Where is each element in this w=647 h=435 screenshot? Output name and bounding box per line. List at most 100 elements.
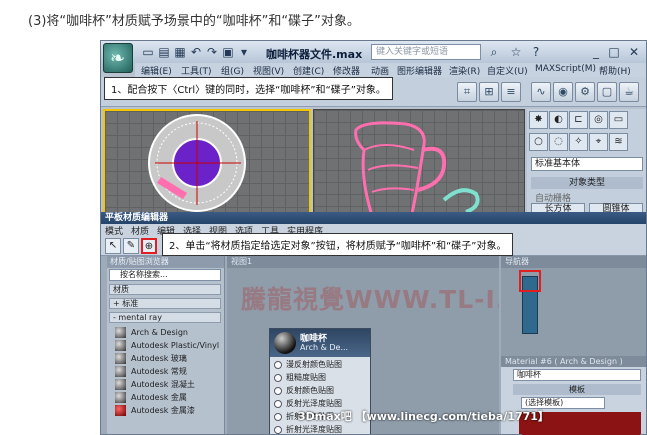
node-slot[interactable]: 反射颜色贴图: [274, 385, 368, 397]
minimize-icon[interactable]: _: [589, 45, 603, 59]
snap-icon[interactable]: ⌗: [457, 82, 477, 102]
material-editor-icon[interactable]: ◉: [553, 82, 573, 102]
item-label: Arch & Design: [131, 328, 188, 337]
teal-object: [442, 188, 480, 214]
hierarchy-tab-icon[interactable]: ⊏: [569, 111, 588, 129]
list-item[interactable]: Arch & Design: [115, 326, 221, 339]
render-frame-icon[interactable]: ▢: [597, 82, 617, 102]
socket-icon: [274, 387, 282, 395]
slot-label: 折射光泽度贴图: [286, 425, 342, 434]
browser-search-input[interactable]: 按名称搜索...: [109, 269, 221, 281]
viewport-top[interactable]: [103, 109, 311, 221]
callout-step-1: 1、配合按下〈Ctrl〉键的同时，选择“咖啡杯”和“碟子”对象。: [104, 77, 393, 100]
assign-material-to-selection-icon[interactable]: ⊕: [141, 238, 157, 254]
menu-rendering[interactable]: 渲染(R): [449, 64, 480, 77]
shapes-icon[interactable]: ◌: [549, 133, 568, 151]
list-item[interactable]: Autodesk 混凝土: [115, 378, 221, 391]
search-icon[interactable]: ⌕: [487, 45, 501, 59]
menu-bar: 编辑(E) 工具(T) 组(G) 视图(V) 创建(C) 修改器 动画 图形编辑…: [135, 63, 646, 77]
lights-icon[interactable]: ✧: [569, 133, 588, 151]
menu-group[interactable]: 组(G): [221, 64, 244, 77]
list-item[interactable]: Autodesk 金属: [115, 391, 221, 404]
navigator-view-rect[interactable]: [519, 270, 541, 292]
material-swatch-icon: [115, 405, 126, 416]
menu-help[interactable]: 帮助(H): [599, 64, 631, 77]
list-item[interactable]: Autodesk Plastic/Vinyl: [115, 339, 221, 352]
socket-icon: [274, 361, 282, 369]
motion-tab-icon[interactable]: ◎: [589, 111, 608, 129]
caption-text: (3)将“咖啡杯”材质赋予场景中的“咖啡杯”和“碟子”对象。: [28, 14, 360, 29]
document-title: 咖啡杯器文件.max: [266, 48, 363, 61]
star-icon[interactable]: ☆: [509, 45, 523, 59]
material-swatch-icon: [115, 379, 126, 390]
display-tab-icon[interactable]: ▭: [609, 111, 628, 129]
material-swatch-icon: [115, 392, 126, 403]
close-icon[interactable]: ✕: [627, 45, 641, 59]
menu-graph-editors[interactable]: 图形编辑器: [397, 64, 442, 77]
create-tab-icon[interactable]: ✸: [529, 111, 548, 129]
menu-animation[interactable]: 动画: [371, 64, 389, 77]
material-name-field[interactable]: 咖啡杯: [513, 369, 641, 381]
helpers-icon[interactable]: ≋: [609, 133, 628, 151]
layer-icon[interactable]: ≡: [501, 82, 521, 102]
socket-icon: [274, 413, 282, 421]
new-icon[interactable]: ▭: [141, 45, 155, 59]
open-icon[interactable]: ▤: [157, 45, 171, 59]
menu-maxscript[interactable]: MAXScript(M): [535, 64, 596, 74]
navigator-panel[interactable]: 导航器: [501, 256, 646, 356]
list-item[interactable]: Autodesk 金属漆: [115, 404, 221, 417]
material-swatch-icon: [115, 353, 126, 364]
node-header: 咖啡杯 Arch & De...: [270, 329, 370, 357]
menu-tools[interactable]: 工具(T): [181, 64, 212, 77]
maximize-icon[interactable]: □: [607, 45, 621, 59]
category-standard[interactable]: + 标准: [109, 298, 221, 309]
socket-icon: [274, 400, 282, 408]
redo-icon[interactable]: ↷: [205, 45, 219, 59]
category-materials[interactable]: 材质: [109, 284, 221, 295]
node-slot[interactable]: 折射光泽度贴图: [274, 424, 368, 434]
node-slot[interactable]: 漫反射颜色贴图: [274, 359, 368, 371]
logo-glyph-icon: ❧: [110, 48, 126, 69]
category-mental-ray[interactable]: - mental ray: [109, 312, 221, 323]
item-label: Autodesk 玻璃: [131, 354, 187, 363]
material-swatch-icon: [115, 327, 126, 338]
item-label: Autodesk 金属: [131, 393, 187, 402]
curve-editor-icon[interactable]: ∿: [531, 82, 551, 102]
menu-create[interactable]: 创建(C): [293, 64, 324, 77]
viewport-front[interactable]: [313, 109, 525, 221]
render-setup-icon[interactable]: ⚙: [575, 82, 595, 102]
geometry-icon[interactable]: ○: [529, 133, 548, 151]
menu-modifiers[interactable]: 修改器: [333, 64, 360, 77]
template-rollout[interactable]: 模板: [513, 384, 641, 395]
select-tool-icon[interactable]: ↖: [105, 238, 121, 254]
render-icon[interactable]: ☕: [619, 82, 639, 102]
undo-icon[interactable]: ↶: [189, 45, 203, 59]
slate-title: 平板材质编辑器: [101, 212, 646, 224]
menu-views[interactable]: 视图(V): [253, 64, 284, 77]
modify-tab-icon[interactable]: ◐: [549, 111, 568, 129]
hold-icon[interactable]: ▣: [221, 45, 235, 59]
search-input[interactable]: 键入关键字或短语: [371, 44, 481, 60]
menu-edit[interactable]: 编辑(E): [141, 64, 172, 77]
pick-material-icon[interactable]: ✎: [123, 238, 139, 254]
help-icon[interactable]: ?: [529, 45, 543, 59]
node-slot[interactable]: 粗糙度贴图: [274, 372, 368, 384]
browser-header: 材质/贴图浏览器: [107, 256, 224, 268]
dropdown-icon[interactable]: ▾: [237, 45, 251, 59]
cup-body: [354, 121, 426, 220]
save-icon[interactable]: ▦: [173, 45, 187, 59]
max-logo[interactable]: ❧: [103, 43, 133, 73]
cup-render: [354, 121, 480, 220]
list-item[interactable]: Autodesk 玻璃: [115, 352, 221, 365]
menu-customize[interactable]: 自定义(U): [487, 64, 528, 77]
object-type-rollout[interactable]: 对象类型: [531, 177, 643, 189]
category-dropdown[interactable]: 标准基本体: [531, 157, 643, 171]
align-icon[interactable]: ⊞: [479, 82, 499, 102]
slot-label: 漫反射颜色贴图: [286, 360, 342, 369]
cameras-icon[interactable]: ⌖: [589, 133, 608, 151]
item-label: Autodesk 常规: [131, 367, 187, 376]
material-swatch-icon: [115, 340, 126, 351]
watermark-text: 騰龍視覺WWW.TL-I.NET: [241, 285, 499, 314]
list-item[interactable]: Autodesk 常规: [115, 365, 221, 378]
cup-wire: [363, 144, 419, 193]
